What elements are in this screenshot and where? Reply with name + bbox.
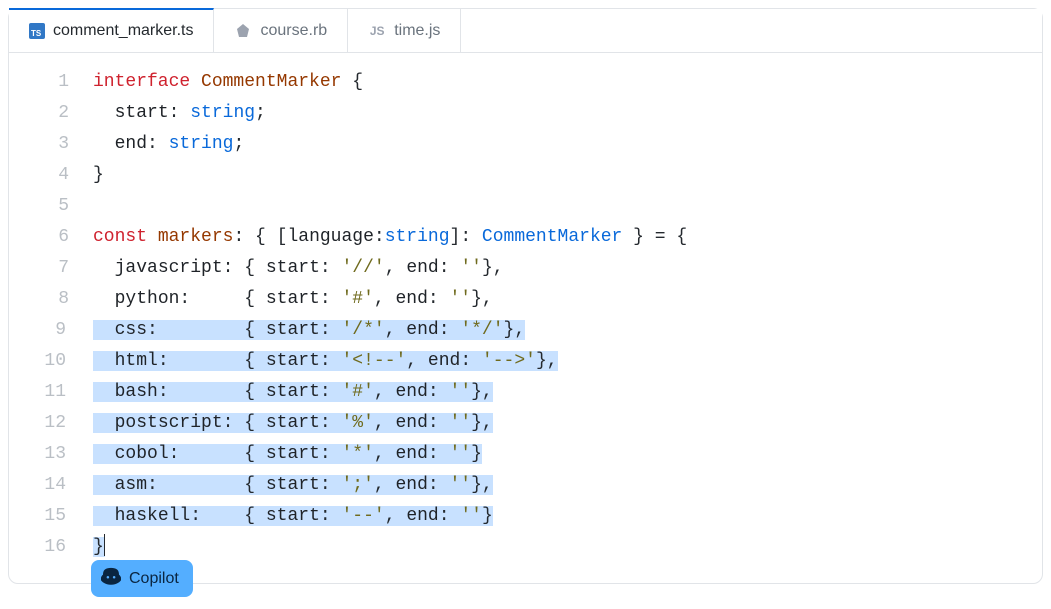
code-content[interactable]: interface CommentMarker { bbox=[83, 67, 1042, 98]
line-number: 6 bbox=[9, 222, 83, 253]
tab-course-rb[interactable]: course.rb bbox=[214, 9, 348, 52]
tab-label: comment_marker.ts bbox=[53, 22, 193, 40]
line-number: 9 bbox=[9, 315, 83, 346]
code-content[interactable]: const markers: { [language:string]: Comm… bbox=[83, 222, 1042, 253]
code-line[interactable]: 2 start: string; bbox=[9, 98, 1042, 129]
code-content[interactable]: python: { start: '#', end: ''}, bbox=[83, 284, 1042, 315]
code-line[interactable]: 4} bbox=[9, 160, 1042, 191]
tab-label: time.js bbox=[394, 22, 440, 40]
tab-time-js[interactable]: JS time.js bbox=[348, 9, 461, 52]
line-number: 4 bbox=[9, 160, 83, 191]
copilot-badge[interactable]: Copilot bbox=[91, 560, 193, 597]
code-content[interactable]: start: string; bbox=[83, 98, 1042, 129]
code-line[interactable]: 1interface CommentMarker { bbox=[9, 67, 1042, 98]
code-line[interactable]: 12 postscript: { start: '%', end: ''}, bbox=[9, 408, 1042, 439]
code-line[interactable]: 3 end: string; bbox=[9, 129, 1042, 160]
code-content[interactable]: postscript: { start: '%', end: ''}, bbox=[83, 408, 1042, 439]
code-content[interactable]: cobol: { start: '*', end: ''} bbox=[83, 439, 1042, 470]
code-line[interactable]: 10 html: { start: '<!--', end: '-->'}, bbox=[9, 346, 1042, 377]
line-number: 7 bbox=[9, 253, 83, 284]
line-number: 12 bbox=[9, 408, 83, 439]
line-number: 3 bbox=[9, 129, 83, 160]
copilot-icon bbox=[101, 566, 121, 591]
line-number: 10 bbox=[9, 346, 83, 377]
code-content[interactable]: asm: { start: ';', end: ''}, bbox=[83, 470, 1042, 501]
code-line[interactable]: 13 cobol: { start: '*', end: ''} bbox=[9, 439, 1042, 470]
line-number: 14 bbox=[9, 470, 83, 501]
line-number: 15 bbox=[9, 501, 83, 532]
code-line[interactable]: 7 javascript: { start: '//', end: ''}, bbox=[9, 253, 1042, 284]
code-editor: TS comment_marker.ts course.rb JS time.js 1i… bbox=[8, 8, 1043, 584]
text-cursor bbox=[104, 534, 105, 556]
code-line[interactable]: 14 asm: { start: ';', end: ''}, bbox=[9, 470, 1042, 501]
code-line[interactable]: 15 haskell: { start: '--', end: ''} bbox=[9, 501, 1042, 532]
code-content[interactable] bbox=[83, 191, 1042, 222]
code-content[interactable]: end: string; bbox=[83, 129, 1042, 160]
line-number: 5 bbox=[9, 191, 83, 222]
line-number: 13 bbox=[9, 439, 83, 470]
tab-comment_marker-ts[interactable]: TS comment_marker.ts bbox=[9, 8, 214, 52]
line-number: 11 bbox=[9, 377, 83, 408]
line-number: 16 bbox=[9, 532, 83, 563]
ruby-icon bbox=[234, 22, 252, 40]
code-line[interactable]: 6const markers: { [language:string]: Com… bbox=[9, 222, 1042, 253]
tabs-bar: TS comment_marker.ts course.rb JS time.js bbox=[9, 9, 1042, 53]
code-content[interactable]: } bbox=[83, 532, 1042, 563]
tab-label: course.rb bbox=[260, 22, 327, 40]
code-content[interactable]: bash: { start: '#', end: ''}, bbox=[83, 377, 1042, 408]
code-area[interactable]: 1interface CommentMarker {2 start: strin… bbox=[9, 53, 1042, 583]
copilot-label: Copilot bbox=[129, 570, 179, 588]
line-number: 2 bbox=[9, 98, 83, 129]
code-content[interactable]: javascript: { start: '//', end: ''}, bbox=[83, 253, 1042, 284]
javascript-icon: JS bbox=[368, 22, 386, 40]
code-line[interactable]: 16} bbox=[9, 532, 1042, 563]
code-line[interactable]: 8 python: { start: '#', end: ''}, bbox=[9, 284, 1042, 315]
code-content[interactable]: } bbox=[83, 160, 1042, 191]
code-line[interactable]: 11 bash: { start: '#', end: ''}, bbox=[9, 377, 1042, 408]
typescript-icon: TS bbox=[29, 23, 45, 39]
code-line[interactable]: 9 css: { start: '/*', end: '*/'}, bbox=[9, 315, 1042, 346]
line-number: 1 bbox=[9, 67, 83, 98]
code-content[interactable]: haskell: { start: '--', end: ''} bbox=[83, 501, 1042, 532]
line-number: 8 bbox=[9, 284, 83, 315]
code-content[interactable]: css: { start: '/*', end: '*/'}, bbox=[83, 315, 1042, 346]
code-content[interactable]: html: { start: '<!--', end: '-->'}, bbox=[83, 346, 1042, 377]
code-line[interactable]: 5 bbox=[9, 191, 1042, 222]
